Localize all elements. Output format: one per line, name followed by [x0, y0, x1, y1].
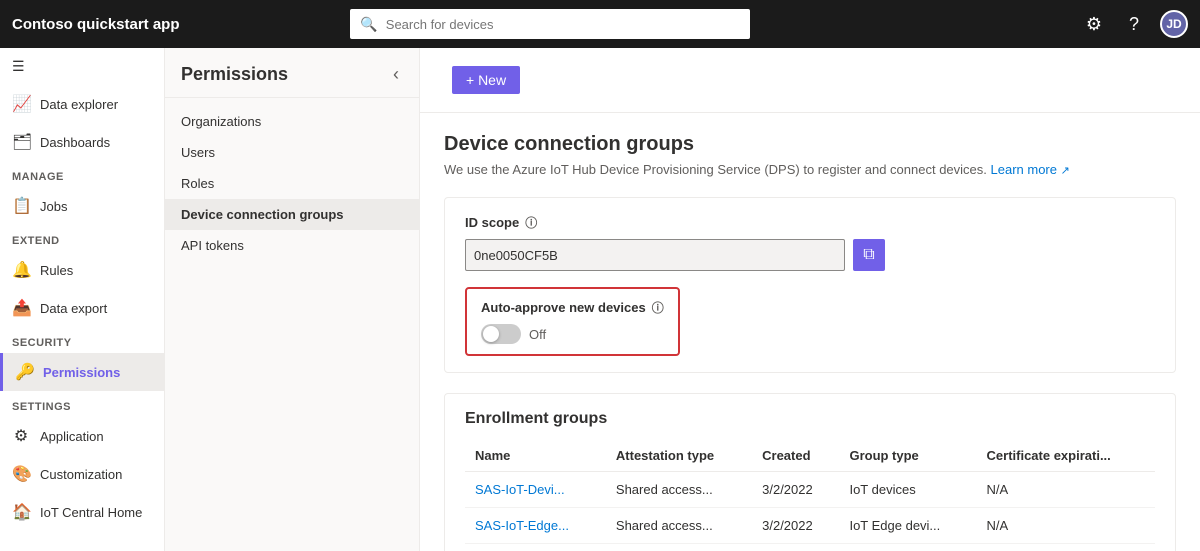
- layout: ☰ 📈 Data explorer 🗂 Dashboards Manage 📋 …: [0, 48, 1200, 551]
- cell-group-type: IoT devices: [839, 472, 976, 508]
- id-scope-info-icon[interactable]: ⓘ: [525, 214, 537, 231]
- sidebar-item-data-export[interactable]: 📤 Data export: [0, 289, 164, 327]
- id-scope-card: ID scope ⓘ ⧉ Auto-approve new devices ⓘ: [444, 197, 1176, 373]
- cell-created: 3/2/2022: [752, 472, 839, 508]
- enrollment-table: Name Attestation type Created Group type…: [465, 440, 1155, 544]
- mid-nav-device-connection-groups[interactable]: Device connection groups: [165, 199, 419, 230]
- toolbar: + New: [420, 48, 1200, 113]
- table-row: SAS-IoT-Devi... Shared access... 3/2/202…: [465, 472, 1155, 508]
- id-scope-input[interactable]: [465, 239, 845, 271]
- col-header-created: Created: [752, 440, 839, 472]
- mid-nav-api-tokens[interactable]: API tokens: [165, 230, 419, 261]
- cell-created: 3/2/2022: [752, 508, 839, 544]
- new-button[interactable]: + New: [452, 66, 520, 94]
- toggle-state-label: Off: [529, 327, 546, 342]
- enrollment-card: Enrollment groups Name Attestation type …: [444, 393, 1176, 551]
- dashboards-icon: 🗂: [12, 132, 30, 152]
- enrollment-title: Enrollment groups: [465, 410, 1155, 428]
- mid-nav-roles[interactable]: Roles: [165, 168, 419, 199]
- sidebar: ☰ 📈 Data explorer 🗂 Dashboards Manage 📋 …: [0, 48, 165, 551]
- auto-approve-toggle[interactable]: [481, 324, 521, 344]
- auto-approve-box: Auto-approve new devices ⓘ Off: [465, 287, 680, 356]
- sidebar-item-label: Data export: [40, 301, 107, 316]
- permissions-icon: 🔑: [15, 362, 33, 382]
- mid-nav-organizations[interactable]: Organizations: [165, 106, 419, 137]
- auto-approve-info-icon[interactable]: ⓘ: [652, 299, 664, 316]
- cell-attestation: Shared access...: [606, 472, 752, 508]
- data-explorer-icon: 📈: [12, 94, 30, 114]
- avatar[interactable]: JD: [1160, 10, 1188, 38]
- data-export-icon: 📤: [12, 298, 30, 318]
- sidebar-item-label: Jobs: [40, 199, 67, 214]
- col-header-cert-expiry: Certificate expirati...: [977, 440, 1155, 472]
- close-panel-button[interactable]: ‹: [389, 62, 403, 87]
- hamburger-icon: ☰: [12, 58, 25, 75]
- search-icon: 🔍: [360, 16, 377, 33]
- scope-input-row: ⧉: [465, 239, 1155, 271]
- main-area: + New Device connection groups We use th…: [420, 48, 1200, 551]
- page-title: Device connection groups: [444, 133, 1176, 156]
- toggle-thumb: [483, 326, 499, 342]
- extend-section-label: Extend: [0, 225, 164, 251]
- col-header-group-type: Group type: [839, 440, 976, 472]
- id-scope-label: ID scope ⓘ: [465, 214, 1155, 231]
- search-input[interactable]: [386, 17, 741, 32]
- sidebar-item-customization[interactable]: 🎨 Customization: [0, 455, 164, 493]
- security-section-label: Security: [0, 327, 164, 353]
- rules-icon: 🔔: [12, 260, 30, 280]
- cell-attestation: Shared access...: [606, 508, 752, 544]
- learn-more-link[interactable]: Learn more ↗: [991, 162, 1070, 177]
- row-name-link[interactable]: SAS-IoT-Edge...: [475, 518, 569, 533]
- search-bar[interactable]: 🔍: [350, 9, 750, 39]
- topbar: Contoso quickstart app 🔍 ⚙ ? JD: [0, 0, 1200, 48]
- sidebar-item-label: Permissions: [43, 365, 120, 380]
- mid-header: Permissions ‹: [165, 48, 419, 98]
- sidebar-item-label: Dashboards: [40, 135, 110, 150]
- mid-panel: Permissions ‹ Organizations Users Roles …: [165, 48, 420, 551]
- sidebar-item-label: Customization: [40, 467, 122, 482]
- settings-icon[interactable]: ⚙: [1080, 10, 1108, 38]
- hamburger-button[interactable]: ☰: [0, 48, 164, 85]
- sidebar-item-rules[interactable]: 🔔 Rules: [0, 251, 164, 289]
- sidebar-item-dashboards[interactable]: 🗂 Dashboards: [0, 123, 164, 161]
- copy-button[interactable]: ⧉: [853, 239, 885, 271]
- help-icon[interactable]: ?: [1120, 10, 1148, 38]
- sidebar-item-application[interactable]: ⚙ Application: [0, 417, 164, 455]
- settings-section-label: Settings: [0, 391, 164, 417]
- application-icon: ⚙: [12, 426, 30, 446]
- main-content: Device connection groups We use the Azur…: [420, 113, 1200, 551]
- sidebar-item-label: Rules: [40, 263, 73, 278]
- external-link-icon: ↗: [1061, 165, 1070, 177]
- mid-panel-title: Permissions: [181, 64, 288, 85]
- auto-approve-label: Auto-approve new devices ⓘ: [481, 299, 664, 316]
- row-name-link[interactable]: SAS-IoT-Devi...: [475, 482, 565, 497]
- toggle-row: Off: [481, 324, 664, 344]
- mid-nav: Organizations Users Roles Device connect…: [165, 98, 419, 269]
- cell-group-type: IoT Edge devi...: [839, 508, 976, 544]
- sidebar-item-iot-central-home[interactable]: 🏠 IoT Central Home: [0, 493, 164, 531]
- cell-cert-expiry: N/A: [977, 508, 1155, 544]
- mid-nav-users[interactable]: Users: [165, 137, 419, 168]
- table-row: SAS-IoT-Edge... Shared access... 3/2/202…: [465, 508, 1155, 544]
- sidebar-item-jobs[interactable]: 📋 Jobs: [0, 187, 164, 225]
- cell-name[interactable]: SAS-IoT-Edge...: [465, 508, 606, 544]
- sidebar-item-label: Data explorer: [40, 97, 118, 112]
- col-header-name: Name: [465, 440, 606, 472]
- sidebar-item-label: IoT Central Home: [40, 505, 142, 520]
- manage-section-label: Manage: [0, 161, 164, 187]
- cell-name[interactable]: SAS-IoT-Devi...: [465, 472, 606, 508]
- sidebar-item-permissions[interactable]: 🔑 Permissions: [0, 353, 164, 391]
- sidebar-item-data-explorer[interactable]: 📈 Data explorer: [0, 85, 164, 123]
- sidebar-item-label: Application: [40, 429, 104, 444]
- page-subtitle: We use the Azure IoT Hub Device Provisio…: [444, 162, 1176, 177]
- jobs-icon: 📋: [12, 196, 30, 216]
- home-icon: 🏠: [12, 502, 30, 522]
- topbar-icons: ⚙ ? JD: [1080, 10, 1188, 38]
- cell-cert-expiry: N/A: [977, 472, 1155, 508]
- app-title: Contoso quickstart app: [12, 16, 180, 33]
- customization-icon: 🎨: [12, 464, 30, 484]
- col-header-attestation: Attestation type: [606, 440, 752, 472]
